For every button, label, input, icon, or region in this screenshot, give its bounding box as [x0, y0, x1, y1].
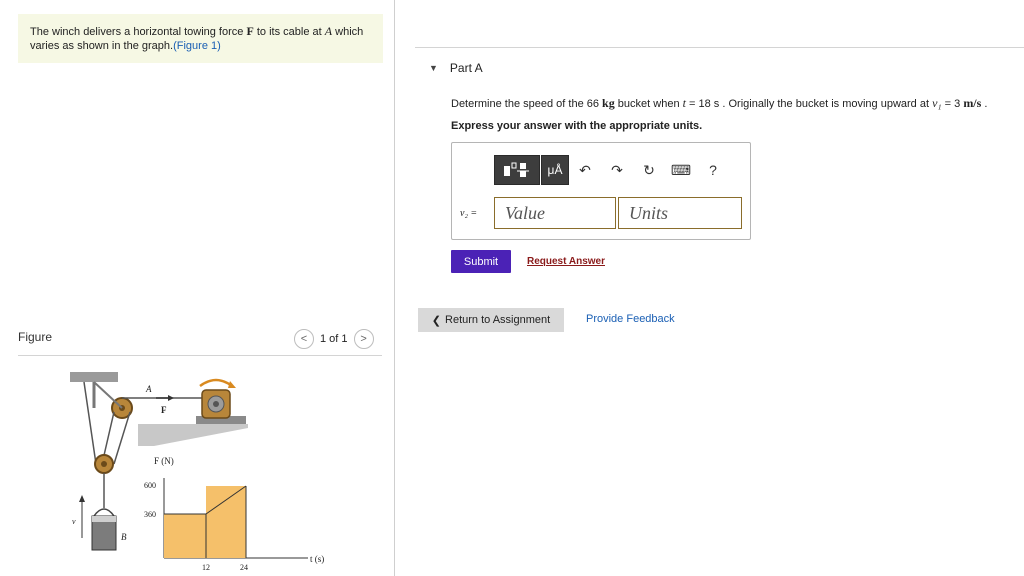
return-to-assignment-button[interactable]: ❮ Return to Assignment — [418, 308, 564, 332]
ceiling-support — [70, 372, 118, 382]
prev-figure-button[interactable]: < — [294, 329, 314, 349]
mass-unit: kg — [602, 96, 615, 110]
figure-divider — [18, 355, 382, 356]
question-text-3: = 18 s . Originally the bucket is moving… — [689, 98, 930, 110]
winch-figure: A F B v F (N) 600 360 12 24 t (s) — [70, 372, 324, 572]
pager-text: 1 of 1 — [320, 333, 348, 345]
part-header[interactable]: ▼ Part A — [429, 61, 483, 75]
redo-icon[interactable]: ↷ — [601, 155, 633, 185]
chevron-right-icon: > — [360, 333, 367, 345]
floor-slab — [138, 424, 248, 446]
v1-symbol: v₁ — [932, 96, 942, 110]
question-text-2: bucket when — [617, 98, 680, 110]
chevron-left-icon: ❮ — [431, 314, 442, 327]
part-divider — [415, 47, 1024, 48]
units-button[interactable]: μÅ — [541, 155, 569, 185]
answer-input-row: v₂ = Value Units — [460, 197, 742, 229]
v2-label: v₂ = — [460, 207, 478, 219]
figure-link[interactable]: (Figure 1) — [173, 40, 221, 52]
problem-text-2: to its cable at — [256, 26, 322, 38]
question-text-1: Determine the speed of the 66 — [451, 98, 599, 110]
math-toolbar: μÅ ↶ ↷ ↻ ⌨ ? — [494, 155, 729, 185]
templates-button[interactable] — [494, 155, 540, 185]
undo-icon[interactable]: ↶ — [569, 155, 601, 185]
left-pane: The winch delivers a horizontal towing f… — [0, 0, 394, 576]
xtick-12: 12 — [202, 563, 210, 572]
graph-xlabel: t (s) — [310, 554, 324, 564]
triangle-down-icon: ▼ — [429, 63, 438, 73]
templates-icon — [504, 162, 529, 177]
value-input[interactable]: Value — [494, 197, 616, 229]
label-F: F — [161, 405, 167, 415]
units-input[interactable]: Units — [618, 197, 742, 229]
graph-ylabel: F (N) — [154, 456, 174, 466]
next-figure-button[interactable]: > — [353, 329, 374, 349]
point-symbol: A — [324, 24, 333, 38]
question-text: Determine the speed of the 66 kg bucket … — [451, 96, 987, 111]
reset-icon[interactable]: ↻ — [633, 155, 665, 185]
provide-feedback-link[interactable]: Provide Feedback — [586, 313, 675, 325]
ytick-600: 600 — [144, 481, 156, 490]
ytick-360: 360 — [144, 510, 156, 519]
request-answer-link[interactable]: Request Answer — [527, 256, 605, 267]
problem-text-1: The winch delivers a horizontal towing f… — [30, 26, 244, 38]
help-icon[interactable]: ? — [697, 155, 729, 185]
force-symbol: F — [246, 24, 254, 38]
figure-label: Figure — [18, 330, 53, 344]
question-text-4: = 3 — [944, 98, 961, 110]
chevron-left-icon: < — [300, 333, 308, 345]
question-text-5: . — [984, 98, 988, 110]
label-A: A — [145, 384, 152, 394]
right-pane: ▼ Part A Determine the speed of the 66 k… — [395, 0, 1024, 576]
cable-right — [113, 411, 131, 465]
part-title: Part A — [449, 61, 483, 75]
label-v: v — [72, 517, 76, 526]
bucket-handle — [93, 508, 115, 517]
submit-button[interactable]: Submit — [451, 250, 511, 273]
figure-pager: < 1 of 1 > — [294, 329, 374, 349]
label-B: B — [121, 532, 127, 542]
rotation-arrow — [199, 378, 233, 388]
problem-statement: The winch delivers a horizontal towing f… — [18, 14, 383, 63]
xtick-24: 24 — [240, 563, 248, 572]
instruction-text: Express your answer with the appropriate… — [451, 120, 703, 132]
answer-box: μÅ ↶ ↷ ↻ ⌨ ? v₂ = Value Units — [451, 142, 751, 240]
keyboard-icon[interactable]: ⌨ — [665, 155, 697, 185]
force-area — [164, 486, 246, 558]
speed-unit: m/s — [963, 96, 982, 110]
return-label: Return to Assignment — [445, 314, 551, 326]
time-symbol: t — [682, 96, 686, 110]
action-row: Submit Request Answer — [451, 250, 605, 273]
